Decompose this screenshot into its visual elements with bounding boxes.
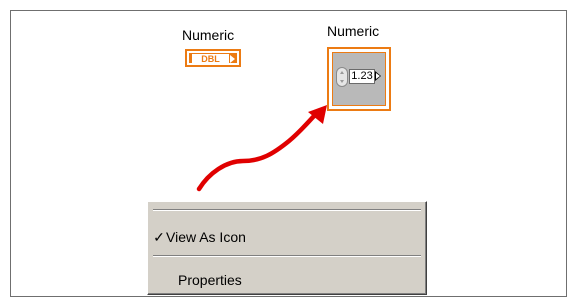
menu-item-label: View As Icon bbox=[166, 229, 246, 245]
numeric-icon-label: Numeric bbox=[327, 23, 380, 39]
output-arrow-icon bbox=[375, 71, 381, 81]
menu-separator bbox=[153, 255, 421, 257]
spinner-icon bbox=[336, 67, 348, 87]
checkmark-icon: ✓ bbox=[153, 229, 165, 245]
numeric-icon-body: 1.23 bbox=[332, 52, 386, 106]
block-diagram-canvas: Numeric DBL Numeric 1.23 ✓ View As Icon … bbox=[10, 10, 567, 297]
menu-item-properties[interactable]: Properties bbox=[150, 268, 422, 292]
context-menu: ✓ View As Icon Properties bbox=[147, 201, 427, 295]
dbl-type-text: DBL bbox=[192, 54, 229, 64]
menu-item-view-as-icon[interactable]: ✓ View As Icon bbox=[150, 225, 422, 249]
terminal-output-arrow-icon bbox=[230, 55, 235, 63]
numeric-value-display: 1.23 bbox=[349, 69, 375, 84]
dbl-terminal-body: DBL bbox=[189, 53, 237, 64]
menu-separator bbox=[153, 209, 421, 211]
numeric-terminal-label: Numeric bbox=[182, 27, 235, 43]
menu-item-label: Properties bbox=[178, 272, 242, 288]
dbl-numeric-terminal[interactable]: DBL bbox=[185, 49, 241, 67]
numeric-icon-terminal[interactable]: 1.23 bbox=[327, 47, 391, 111]
numeric-control-preview: 1.23 bbox=[336, 67, 382, 87]
